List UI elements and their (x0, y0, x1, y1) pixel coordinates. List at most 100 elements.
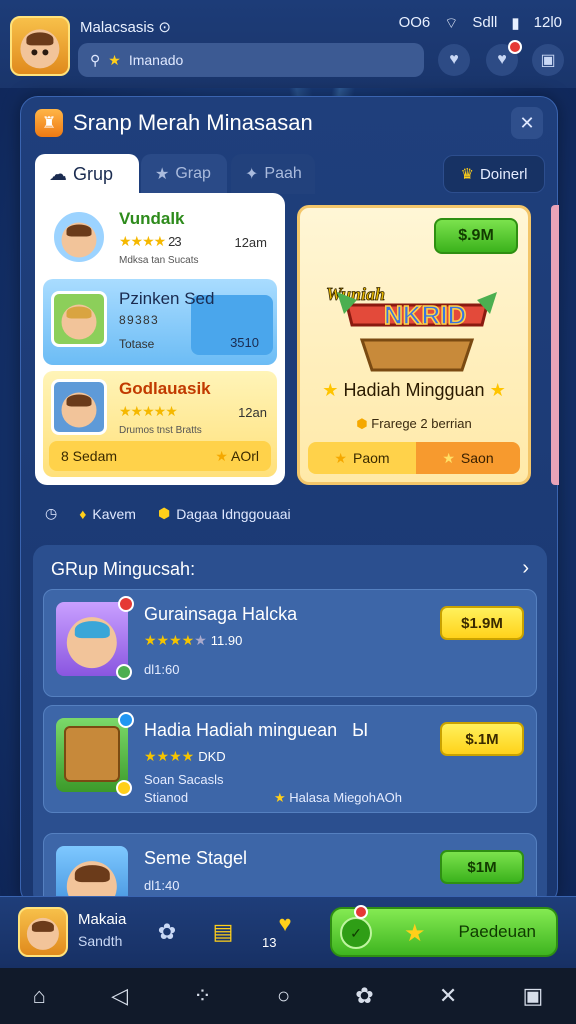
tab-label: Paah (264, 165, 302, 182)
group-icon: ♜ (35, 109, 63, 137)
paw-icon[interactable]: ✿ (150, 915, 184, 949)
item-sub: dl1:60 (144, 662, 180, 677)
top-bar: Malacsasis ⊙ OO6 ⌔ Sdll ▮ 12l0 ⚲ ★ Imana… (0, 0, 576, 88)
profile-avatar[interactable] (10, 16, 70, 76)
chat-icon: ✓ (340, 917, 372, 949)
lock-icon: ▣ (540, 52, 556, 69)
star-icon: ★ (155, 166, 170, 183)
search-icon: ⚲ (90, 51, 101, 68)
bottom-bar: Makaia Sandth ✿ ▤ ♥ 13 ✓ ★ Paedeuan (0, 896, 576, 968)
info-kavem[interactable]: ♦ Kavem (79, 506, 136, 522)
member-action-bar[interactable]: 8 Sedam ★ AOrl (49, 441, 271, 471)
item-thumbnail (56, 712, 134, 796)
prize-art-word: NKRID (384, 300, 466, 330)
apps-icon[interactable]: ⁘ (193, 983, 211, 1009)
star-icon: ★ (489, 380, 506, 400)
member-stars: ★★★★ 23 (119, 233, 182, 249)
section-title: GRup Mingucsah: (51, 559, 196, 579)
gift-icon (64, 726, 120, 782)
user-name: Malacsasis ⊙ (80, 19, 171, 36)
star-icon: ★ (442, 449, 455, 466)
prize-title: ★ Hadiah Mingguan ★ (322, 380, 506, 400)
info-daily[interactable]: ⬢ Dagaa Idnggouaai (158, 505, 291, 522)
info-icon: ⊙ (158, 19, 171, 36)
star-icon: ★ (215, 447, 228, 464)
bell-icon: ♥ (497, 51, 507, 68)
chevron-right-icon[interactable]: › (522, 557, 529, 580)
prize-badge-icon: NKRID Wuniah (326, 284, 497, 372)
donate-button[interactable]: ♛ Doinerl (443, 155, 545, 193)
recent-icon[interactable]: ▣ (523, 983, 544, 1009)
member-avatar (51, 209, 107, 265)
back-icon[interactable]: ◁ (111, 983, 128, 1009)
member-item[interactable]: Godlauasik ★★★★★ 12an Drumos tnst Bratts… (43, 371, 277, 477)
card-icon[interactable]: ▤ (206, 915, 240, 949)
item-thumbnail (56, 596, 134, 680)
item-price-button[interactable]: $.1M (440, 722, 524, 756)
next-card-edge[interactable] (551, 205, 559, 485)
tab-paah[interactable]: ✦ Paah (231, 154, 315, 194)
wifi-icon: ⌔ (444, 15, 459, 32)
member-item[interactable]: Vundalk ★★★★ 23 12am Mdksa tan Sucats (43, 201, 277, 275)
star-icon: ★ (322, 380, 339, 400)
play-button[interactable]: ✓ ★ Paedeuan (330, 905, 558, 957)
member-avatar (51, 379, 107, 435)
group-panel: ♜ Sranp Merah Minasasan ✕ ☁ Grup ★ Grap … (20, 96, 559, 907)
avatar-face (20, 29, 60, 69)
notification-button[interactable]: ♥ (486, 40, 522, 76)
item-title: Gurainsaga Halcka (144, 604, 298, 624)
member-item[interactable]: Pzinken Sed 8 9 3 8 3 Totase 3510 (43, 279, 277, 365)
prize-right-button[interactable]: ★ Saon (416, 442, 520, 474)
weekly-prize-card[interactable]: $.9M NKRID Wuniah ★ Hadiah Mingguan ★ ⬢ … (297, 205, 531, 485)
member-sub: Drumos tnst Bratts (119, 425, 202, 436)
member-value: 12an (238, 405, 267, 420)
list-item[interactable]: Hadia Hadiah minguean Ы ★★★★ DKD Soan Sac… (43, 705, 537, 813)
search-bar[interactable]: ⚲ ★ Imanado (78, 43, 424, 77)
list-item[interactable]: Gurainsaga Halcka ★★★★★ 11.90 dl1:60 $1.9… (43, 589, 537, 697)
item-sub: Soan Sacasls (144, 772, 224, 787)
cloud-icon: ☁ (49, 163, 67, 184)
misc-status-text: OO6 (398, 14, 431, 31)
member-value: 3510 (230, 335, 259, 350)
heart-icon: ♥ (449, 51, 459, 68)
prize-price-button[interactable]: $.9M (434, 218, 518, 254)
member-name: Pzinken Sed (119, 289, 215, 308)
player-score: 13 (262, 935, 277, 950)
close-x-icon[interactable]: ✕ (439, 983, 457, 1009)
weekly-group-section: GRup Mingucsah: › Gurainsaga Halcka ★★★★… (33, 545, 547, 907)
item-title: Seme Stagel (144, 848, 248, 868)
bar-right: ★ AOrl (215, 447, 259, 464)
circle-home-icon[interactable]: ○ (277, 983, 290, 1009)
heart-button[interactable]: ♥ (438, 44, 470, 76)
star-icon: ★ (404, 920, 426, 947)
member-sub: Mdksa tan Sucats (119, 255, 199, 266)
player-name: Makaia (78, 911, 127, 928)
member-name: Vundalk (119, 209, 185, 228)
member-stars: ★★★★★ (119, 403, 178, 419)
paw-nav-icon[interactable]: ✿ (355, 983, 373, 1009)
tab-grap[interactable]: ★ Grap (141, 154, 227, 194)
item-sub: Stianod (144, 790, 189, 805)
crown-icon: ♛ (460, 166, 474, 183)
trophy-icon: ⬢ (356, 416, 368, 431)
member-name: Godlauasik (119, 379, 211, 398)
system-nav-bar: ⌂ ◁ ⁘ ○ ✿ ✕ ▣ (0, 968, 576, 1024)
lock-button[interactable]: ▣ (532, 44, 564, 76)
item-price-button[interactable]: $1M (440, 850, 524, 884)
search-input[interactable]: Imanado (129, 52, 183, 68)
play-label: Paedeuan (458, 922, 536, 941)
member-code: 8 9 3 8 3 (119, 313, 158, 327)
clock-icon: ◷ (45, 505, 58, 521)
member-value: 12am (234, 235, 267, 250)
donate-label: Doinerl (479, 165, 528, 183)
close-icon: ✕ (519, 112, 535, 133)
panel-title: Sranp Merah Minasasan (73, 110, 313, 135)
tab-grup[interactable]: ☁ Grup (35, 154, 139, 194)
prize-left-button[interactable]: ★ Paom (308, 442, 416, 474)
home-icon[interactable]: ⌂ (33, 983, 46, 1009)
player-avatar[interactable] (18, 907, 68, 957)
player-sub: Sandth (78, 933, 123, 949)
item-price-button[interactable]: $1.9M (440, 606, 524, 640)
close-button[interactable]: ✕ (511, 107, 543, 139)
item-title: Hadia Hadiah minguean Ы (144, 720, 369, 740)
